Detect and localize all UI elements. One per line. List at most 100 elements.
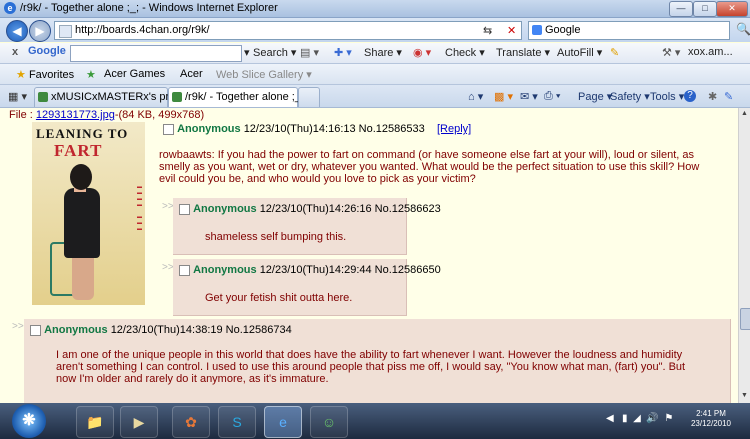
taskbar-explorer-icon[interactable]: 📁 (76, 406, 114, 438)
ie-icon: e (4, 2, 16, 14)
google-icon (532, 25, 542, 35)
toolbar-plus-icon[interactable]: ✚ ▾ (334, 46, 352, 59)
tray-flag-icon[interactable]: ⚑ (664, 413, 673, 424)
file-link[interactable]: 1293131773.jpg (36, 109, 115, 121)
reply-poster-name: Anonymous (193, 203, 257, 215)
reply-header: Anonymous 12/23/10(Thu)14:26:16 No.12586… (179, 203, 441, 215)
maximize-button[interactable]: □ (693, 1, 717, 17)
refresh-icon[interactable]: ⇆ (483, 24, 492, 37)
minimize-button[interactable]: — (669, 1, 693, 17)
taskbar-paint-icon[interactable]: ✿ (172, 406, 210, 438)
op-date: 12/23/10(Thu)14:16:13 (243, 123, 356, 135)
reply-poster-name: Anonymous (44, 324, 108, 336)
op-thumbnail[interactable]: LEANING TO FART ▬ ▬ ▬ ▬ ▬ ▬ ▬ (32, 122, 145, 305)
taskbar-messenger-icon[interactable]: ☺ (310, 406, 348, 438)
search-input[interactable]: Google 🔍 (528, 21, 750, 40)
pencil-icon[interactable]: ✎ (610, 46, 619, 59)
blog-icon[interactable]: ✎ (724, 90, 733, 103)
scroll-up-icon[interactable]: ▲ (741, 110, 748, 117)
google-search-input[interactable] (70, 45, 242, 62)
check-button[interactable]: Check ▾ (445, 46, 485, 59)
address-url: http://boards.4chan.org/r9k/ (75, 24, 210, 36)
safety-menu[interactable]: Safety ▾ (610, 90, 650, 103)
stop-icon[interactable]: ✕ (507, 24, 516, 37)
autofill-button[interactable]: AutoFill ▾ (557, 46, 602, 59)
forward-button[interactable]: ▶ (29, 20, 51, 42)
thumb-title-line1: LEANING TO (36, 126, 129, 141)
vertical-scrollbar[interactable]: ▲ ▼ (738, 108, 750, 403)
search-icon[interactable]: 🔍 (736, 22, 750, 36)
reply-post-number[interactable]: No.12586734 (226, 324, 292, 336)
translate-button[interactable]: Translate ▾ (496, 46, 550, 59)
fav-item-acer-games[interactable]: Acer Games (104, 68, 165, 80)
reply-date: 12/23/10(Thu)14:29:44 (259, 264, 372, 276)
scroll-down-icon[interactable]: ▼ (741, 392, 748, 399)
page-menu[interactable]: Page ▾ (578, 90, 612, 103)
reply-post-number[interactable]: No.12586650 (375, 264, 441, 276)
account-button[interactable]: xox.am... (688, 46, 733, 58)
feeds-icon[interactable]: ▩ ▾ (494, 90, 513, 103)
quick-tabs-icon[interactable]: ▦ ▾ (8, 90, 27, 103)
tab-label: /r9k/ - Together alone ;_; (185, 91, 305, 103)
taskbar-ie-icon[interactable]: e (264, 406, 302, 438)
tab-favicon (172, 92, 182, 102)
mail-icon[interactable]: ✉ ▾ (520, 90, 538, 103)
reply-arrow: >> (12, 321, 24, 332)
google-dropdown-icon[interactable]: ▾ (244, 46, 250, 59)
op-checkbox[interactable] (163, 123, 174, 135)
tray-signal-icon[interactable]: ◢ (633, 413, 641, 424)
add-favorite-icon[interactable]: ★ (86, 68, 96, 81)
reply-post: Anonymous 12/23/10(Thu)14:26:16 No.12586… (173, 198, 441, 255)
reply-checkbox[interactable] (179, 264, 190, 276)
reply-poster-name: Anonymous (193, 264, 257, 276)
reply-post-number[interactable]: No.12586623 (375, 203, 441, 215)
tray-network-icon[interactable]: ▮ (622, 413, 628, 424)
fav-item-acer[interactable]: Acer (180, 68, 203, 80)
research-icon[interactable]: ✱ (708, 90, 717, 103)
blocker-icon[interactable]: ◉ ▾ (413, 46, 431, 59)
tab-r9k[interactable]: /r9k/ - Together alone ;_; (168, 87, 304, 107)
home-icon[interactable]: ⌂ ▾ (468, 90, 483, 103)
new-tab-button[interactable] (298, 87, 320, 107)
taskbar: ❋ 📁 ▶ ✿ S e ☺ ◀ ▮ ◢ 🔊 ⚑ 2:41 PM 23/12/20… (0, 403, 750, 439)
reply-checkbox[interactable] (179, 203, 190, 215)
favorites-button[interactable]: ★ Favorites (16, 68, 74, 81)
star-icon: ★ (16, 69, 26, 81)
op-post-number[interactable]: No.12586533 (359, 123, 425, 135)
toolbar-close-icon[interactable]: x (12, 46, 18, 58)
tray-arrow-icon[interactable]: ◀ (606, 413, 614, 424)
favorites-label: Favorites (28, 69, 75, 81)
fav-item-web-slice-gallery[interactable]: Web Slice Gallery ▾ (216, 68, 312, 81)
google-logo: Google (28, 45, 66, 57)
taskbar-skype-icon[interactable]: S (218, 406, 256, 438)
wrench-icon[interactable]: ⚒ ▾ (662, 46, 680, 59)
reply-arrow: >> (162, 262, 174, 273)
reply-checkbox[interactable] (30, 324, 41, 336)
tab-bar: ▦ ▾ xMUSICxMASTERx's profile F... /r9k/ … (0, 85, 750, 108)
help-icon[interactable]: ? (684, 90, 696, 102)
share-button[interactable]: Share ▾ (364, 46, 402, 59)
title-bar: e /r9k/ - Together alone ;_; - Windows I… (0, 0, 750, 18)
start-button[interactable]: ❋ (12, 404, 46, 438)
tray-volume-icon[interactable]: 🔊 (646, 413, 658, 424)
reply-link[interactable]: [Reply] (437, 123, 471, 135)
reply-body: Get your fetish shit outta here. (205, 292, 353, 304)
print-icon[interactable]: ⎙ ▾ (544, 90, 560, 103)
scrollbar-thumb[interactable] (740, 308, 750, 330)
address-bar[interactable]: http://boards.4chan.org/r9k/ ⇆ ✕ (54, 21, 522, 40)
close-button[interactable]: ✕ (716, 1, 748, 17)
file-info: File : 1293131773.jpg-(84 KB, 499x768) (9, 109, 204, 121)
back-button[interactable]: ◀ (6, 20, 28, 42)
google-search-button[interactable]: Search ▾ (253, 46, 296, 59)
thumb-blurb: ▬ ▬ ▬ ▬ ▬ ▬ ▬ (137, 184, 142, 232)
toolbar-options-icon[interactable]: ▤ ▾ (300, 46, 319, 59)
tab-favicon (38, 92, 48, 102)
google-logo-text: Google (28, 45, 66, 57)
reply-post: Anonymous 12/23/10(Thu)14:29:44 No.12586… (173, 259, 441, 316)
page-icon (59, 25, 72, 38)
tab-profile[interactable]: xMUSICxMASTERx's profile F... (34, 87, 207, 107)
clock[interactable]: 2:41 PM 23/12/2010 (686, 409, 736, 429)
reply-arrow: >> (162, 201, 174, 212)
taskbar-media-icon[interactable]: ▶ (120, 406, 158, 438)
tools-menu[interactable]: Tools ▾ (650, 90, 684, 103)
